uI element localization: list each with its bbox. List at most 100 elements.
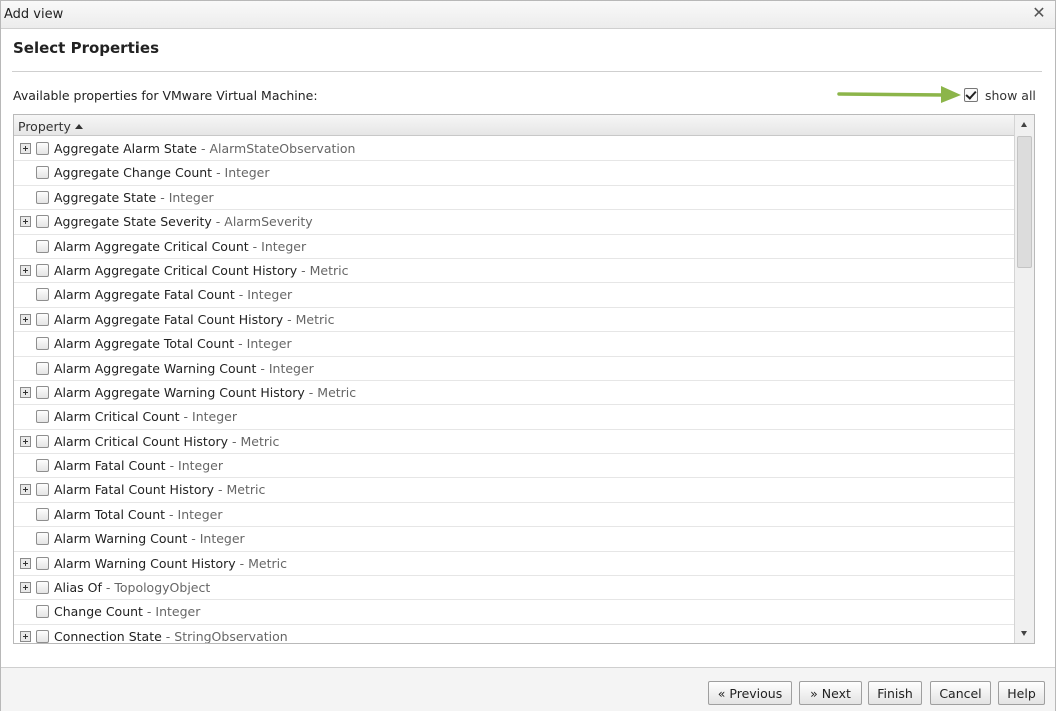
expand-plus-icon[interactable]	[20, 435, 31, 447]
table-row[interactable]: Connection State - StringObservation	[14, 625, 1014, 644]
table-row[interactable]: Alarm Critical Count - Integer	[14, 405, 1014, 430]
row-checkbox[interactable]	[36, 385, 49, 399]
table-row[interactable]: Alarm Fatal Count History - Metric	[14, 478, 1014, 503]
row-checkbox[interactable]	[36, 215, 49, 229]
property-name: Alarm Aggregate Warning Count	[54, 360, 257, 376]
expand-plus-icon[interactable]	[20, 557, 31, 569]
property-type: - AlarmSeverity	[211, 214, 313, 230]
row-checkbox[interactable]	[36, 166, 49, 180]
property-name: Aggregate Alarm State	[54, 141, 197, 156]
table-row[interactable]: Aggregate State - Integer	[14, 186, 1014, 211]
vertical-scrollbar[interactable]	[1014, 115, 1034, 643]
row-label: Alarm Fatal Count History - Metric	[54, 482, 265, 497]
finish-button[interactable]: Finish	[868, 681, 922, 705]
scroll-thumb[interactable]	[1017, 136, 1032, 268]
table-row[interactable]: Alias Of - TopologyObject	[14, 576, 1014, 601]
table-row[interactable]: Alarm Aggregate Warning Count History - …	[14, 381, 1014, 406]
expand-plus-icon[interactable]	[20, 582, 31, 594]
expand-plus-icon[interactable]	[20, 143, 31, 154]
table-row[interactable]: Aggregate State Severity - AlarmSeverity	[14, 210, 1014, 235]
row-label: Alias Of - TopologyObject	[54, 580, 210, 595]
row-checkbox[interactable]	[36, 483, 49, 497]
table-row[interactable]: Aggregate Alarm State - AlarmStateObserv…	[14, 137, 1014, 162]
property-name: Alarm Aggregate Critical Count	[54, 238, 249, 254]
row-checkbox[interactable]	[36, 239, 49, 253]
table-row[interactable]: Change Count - Integer	[14, 600, 1014, 625]
title-bar[interactable]: Add view ✕	[1, 1, 1055, 29]
property-type: - Metric	[214, 482, 266, 498]
expand-plus-icon[interactable]	[20, 484, 31, 496]
property-name: Alarm Critical Count	[54, 409, 180, 425]
row-checkbox[interactable]	[36, 434, 49, 448]
property-type: - Integer	[212, 165, 270, 181]
table-row[interactable]: Alarm Warning Count History - Metric	[14, 552, 1014, 577]
page-title: Select Properties	[13, 39, 159, 57]
scroll-down-icon[interactable]	[1015, 624, 1034, 643]
row-label: Change Count - Integer	[54, 604, 200, 619]
row-label: Alarm Fatal Count - Integer	[54, 458, 223, 473]
close-icon[interactable]: ✕	[1031, 4, 1047, 22]
property-name: Alarm Aggregate Total Count	[54, 336, 235, 352]
row-checkbox[interactable]	[36, 410, 49, 424]
row-checkbox[interactable]	[36, 605, 49, 619]
property-type: - Integer	[234, 336, 292, 352]
row-label: Alarm Aggregate Fatal Count History - Me…	[54, 312, 335, 327]
expand-plus-icon[interactable]	[20, 216, 31, 228]
expand-plus-icon[interactable]	[20, 630, 31, 642]
table-row[interactable]: Alarm Fatal Count - Integer	[14, 454, 1014, 479]
expand-plus-icon[interactable]	[20, 386, 31, 398]
row-checkbox[interactable]	[36, 532, 49, 546]
property-type: - Integer	[248, 238, 307, 254]
row-checkbox[interactable]	[36, 507, 49, 521]
help-button[interactable]: Help	[998, 681, 1045, 705]
column-header-property[interactable]: Property	[18, 119, 83, 134]
table-row[interactable]: Alarm Aggregate Critical Count History -…	[14, 259, 1014, 284]
row-checkbox[interactable]	[36, 142, 49, 155]
table-row[interactable]: Alarm Critical Count History - Metric	[14, 430, 1014, 455]
table-row[interactable]: Alarm Total Count - Integer	[14, 503, 1014, 528]
property-name: Alarm Fatal Count	[54, 458, 166, 474]
row-label: Alarm Aggregate Fatal Count - Integer	[54, 287, 292, 302]
row-checkbox[interactable]	[36, 556, 49, 570]
property-name: Connection State	[54, 628, 162, 644]
show-all-label: show all	[985, 87, 1036, 103]
show-all-checkbox[interactable]	[964, 88, 978, 102]
cancel-button[interactable]: Cancel	[930, 681, 991, 705]
scroll-up-icon[interactable]	[1015, 115, 1034, 134]
row-label: Alarm Aggregate Critical Count History -…	[54, 263, 348, 278]
show-all-toggle[interactable]: show all	[964, 86, 1036, 104]
row-checkbox[interactable]	[36, 629, 49, 643]
row-checkbox[interactable]	[36, 337, 49, 351]
table-row[interactable]: Aggregate Change Count - Integer	[14, 161, 1014, 186]
table-row[interactable]: Alarm Aggregate Fatal Count - Integer	[14, 283, 1014, 308]
table-row[interactable]: Alarm Aggregate Critical Count - Integer	[14, 235, 1014, 259]
row-checkbox[interactable]	[36, 459, 49, 473]
row-label: Aggregate Alarm State - AlarmStateObserv…	[54, 141, 355, 156]
table-row[interactable]: Alarm Aggregate Fatal Count History - Me…	[14, 308, 1014, 333]
row-checkbox[interactable]	[36, 312, 49, 326]
property-type: - TopologyObject	[101, 580, 211, 596]
property-type: - Integer	[165, 506, 223, 522]
previous-button[interactable]: « Previous	[708, 681, 792, 705]
row-checkbox[interactable]	[36, 361, 49, 375]
property-grid: Property Aggregate Alarm State - AlarmSt…	[13, 114, 1035, 644]
row-checkbox[interactable]	[36, 581, 49, 595]
expand-plus-icon[interactable]	[20, 264, 31, 276]
property-type: - Integer	[187, 531, 245, 547]
table-row[interactable]: Alarm Aggregate Total Count - Integer	[14, 332, 1014, 357]
row-checkbox[interactable]	[36, 288, 49, 302]
row-checkbox[interactable]	[36, 190, 49, 204]
property-type: - Integer	[179, 409, 237, 425]
row-label: Alarm Aggregate Warning Count History - …	[54, 385, 356, 400]
table-row[interactable]: Alarm Warning Count - Integer	[14, 527, 1014, 552]
property-type: - Integer	[156, 189, 214, 205]
property-type: - Integer	[165, 458, 224, 474]
available-properties-label: Available properties for VMware Virtual …	[13, 88, 318, 103]
property-type: - StringObservation	[161, 628, 288, 644]
property-name: Alarm Warning Count History	[54, 555, 236, 571]
table-row[interactable]: Alarm Aggregate Warning Count - Integer	[14, 357, 1014, 381]
row-checkbox[interactable]	[36, 263, 49, 277]
expand-plus-icon[interactable]	[20, 313, 31, 325]
next-button[interactable]: » Next	[799, 681, 862, 705]
property-name: Alarm Warning Count	[54, 531, 188, 547]
